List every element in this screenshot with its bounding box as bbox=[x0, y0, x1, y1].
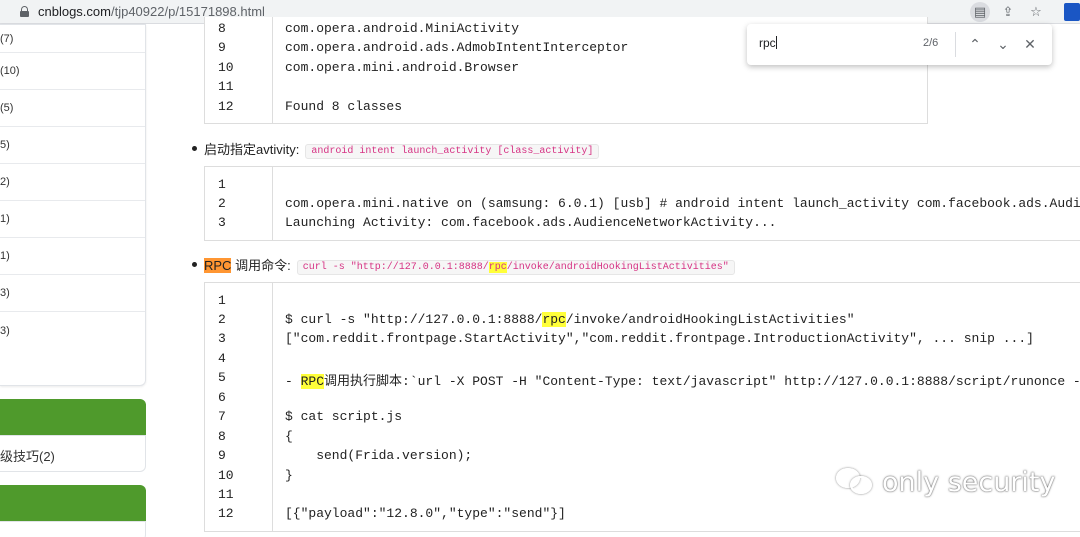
code-line: 11 bbox=[218, 79, 234, 94]
category-item[interactable]: 3) bbox=[0, 312, 145, 349]
close-icon[interactable]: ✕ bbox=[1020, 34, 1040, 54]
category-item[interactable]: 1) bbox=[0, 238, 145, 275]
section-panel: 级技巧(2) bbox=[0, 435, 146, 472]
category-item[interactable]: (10) bbox=[0, 53, 145, 90]
inline-code: android intent launch_activity [class_ac… bbox=[305, 144, 600, 159]
code-line: 8{ bbox=[218, 429, 293, 444]
code-line: 2 com.opera.mini.native on (samsung: 6.0.… bbox=[218, 196, 1080, 211]
list-item: 启动指定avtivity: android intent launch_activ… bbox=[192, 139, 600, 159]
section-item[interactable]: 级技巧(2) bbox=[0, 446, 55, 465]
code-line: 2 $ curl -s "http://127.0.0.1:8888/rpc/in… bbox=[218, 312, 855, 327]
code-line: 1 bbox=[218, 177, 226, 192]
category-item[interactable]: (5) bbox=[0, 90, 145, 127]
category-panel: (7) (10) (5) 5) 2) 1) 1) 3) 3) bbox=[0, 24, 146, 386]
reader-icon[interactable]: ▤ bbox=[970, 2, 990, 22]
bullet-dot bbox=[192, 146, 197, 151]
category-item[interactable]: 3) bbox=[0, 275, 145, 312]
find-bar: rpc 2/6 ⌃ ⌄ ✕ bbox=[747, 24, 1052, 65]
code-line: 1 bbox=[218, 293, 226, 308]
category-item[interactable]: 1) bbox=[0, 201, 145, 238]
code-line: 4 bbox=[218, 351, 226, 366]
code-line: 6 bbox=[218, 390, 226, 405]
find-input[interactable]: rpc bbox=[759, 36, 777, 50]
code-line: 3 ["com.reddit.frontpage.StartActivity","… bbox=[218, 331, 1034, 346]
code-block: 1 2 com.opera.mini.native on (samsung: 6.… bbox=[204, 166, 1080, 241]
code-line: 12 Found 8 classes bbox=[218, 99, 403, 114]
match-highlight: rpc bbox=[488, 262, 507, 273]
wechat-logo-icon bbox=[836, 466, 876, 496]
code-line: 3 Launching Activity: com.facebook.ads.Au… bbox=[218, 215, 777, 230]
section-header bbox=[0, 399, 146, 435]
list-item-label: 启动指定avtivity: bbox=[204, 142, 300, 157]
match-count: 2/6 bbox=[923, 37, 939, 49]
category-item[interactable]: 5) bbox=[0, 127, 145, 164]
list-item: RPC 调用命令: curl -s "http://127.0.0.1:8888/… bbox=[192, 255, 735, 275]
share-icon[interactable]: ⇪ bbox=[998, 2, 1018, 22]
previous-match-icon[interactable]: ⌃ bbox=[965, 34, 985, 54]
code-line: 12 [{"payload":"12.8.0","type":"send"}] bbox=[218, 506, 566, 521]
lock-icon[interactable] bbox=[20, 6, 29, 17]
match-highlight: rpc bbox=[542, 312, 566, 327]
extension-icon[interactable] bbox=[1064, 3, 1080, 21]
inline-code: curl -s "http://127.0.0.1:8888/rpc/invok… bbox=[296, 260, 735, 275]
sidebar: (7) (10) (5) 5) 2) 1) 1) 3) 3) 级技巧(2) bbox=[0, 24, 146, 537]
category-item[interactable]: 2) bbox=[0, 164, 145, 201]
category-item[interactable]: (7) bbox=[0, 25, 145, 53]
list-item-label: 调用命令: bbox=[231, 258, 291, 273]
divider bbox=[955, 32, 956, 57]
code-line: 7 $ cat script.js bbox=[218, 409, 403, 424]
bullet-dot bbox=[192, 262, 197, 267]
match-highlight: RPC bbox=[300, 374, 325, 389]
section-panel bbox=[0, 521, 146, 537]
watermark: only security bbox=[836, 466, 1056, 498]
next-match-icon[interactable]: ⌄ bbox=[993, 34, 1013, 54]
code-line: 9 send(Frida.version); bbox=[218, 448, 473, 463]
current-match-highlight: RPC bbox=[204, 258, 232, 273]
bookmark-star-icon[interactable]: ☆ bbox=[1026, 2, 1046, 22]
section-header bbox=[0, 485, 146, 521]
code-line: 5- RPC调用执行脚本:`url -X POST -H "Content-Ty… bbox=[218, 370, 1080, 389]
